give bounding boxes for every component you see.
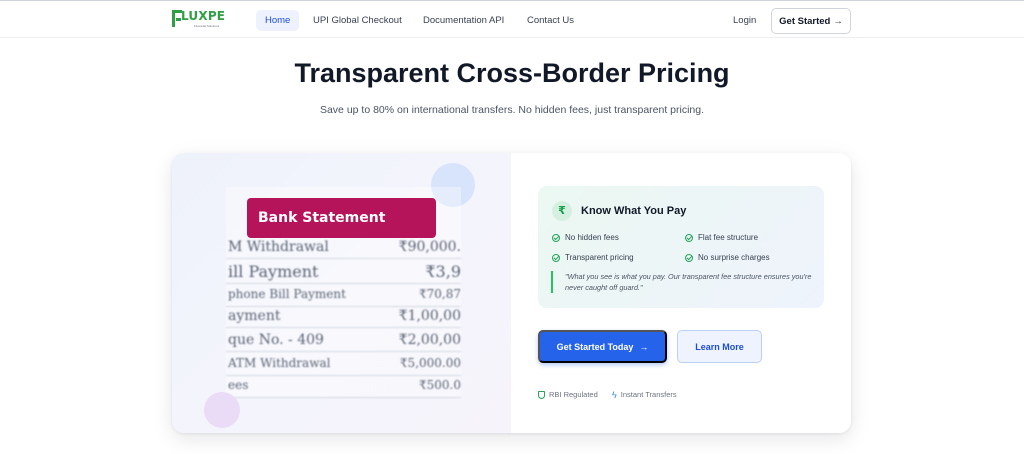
hero-title: Transparent Cross-Border Pricing [294, 58, 730, 88]
hero-subtitle: Save up to 80% on international transfer… [319, 104, 705, 116]
statement-row: ayment ₹1,00,00 [226, 308, 461, 328]
pricing-quote: "What you see is what you pay. Our trans… [551, 271, 813, 293]
check-circle-icon [685, 253, 693, 262]
instant-transfers-badge: ϟ Instant Transfers [612, 389, 677, 400]
bank-statement-image: M Withdrawal ₹90,000. ill Payment ₹3,9 p… [226, 187, 461, 398]
statement-row: ATM Withdrawal ₹5,000.00 [226, 356, 461, 376]
nav-link-upi-global-checkout[interactable]: UPI Global Checkout [304, 10, 411, 31]
get-started-label: Get Started [779, 15, 831, 27]
rbi-regulated-badge: RBI Regulated [538, 390, 598, 399]
bank-statement-header: Bank Statement [247, 198, 436, 238]
pricing-card: M Withdrawal ₹90,000. ill Payment ₹3,9 p… [172, 153, 851, 433]
get-started-button[interactable]: Get Started → [771, 8, 851, 34]
feature-item: No hidden fees [552, 233, 619, 242]
statement-row: phone Bill Payment ₹70,87 [226, 287, 461, 307]
statement-row: que No. - 409 ₹2,00,00 [226, 332, 461, 352]
rupee-icon: ₹ [552, 201, 572, 221]
know-what-you-pay-box: ₹ Know What You Pay No hidden fees Flat … [538, 186, 824, 308]
nav-link-documentation-api[interactable]: Documentation API [414, 10, 513, 31]
arrow-right-icon: → [833, 15, 843, 27]
brand-name: LUXPE [181, 9, 226, 23]
nav-link-contact-us[interactable]: Contact Us [518, 10, 583, 31]
login-link[interactable]: Login [724, 10, 765, 31]
check-circle-icon [552, 253, 560, 262]
pricing-title: Know What You Pay [581, 205, 687, 217]
statement-row: M Withdrawal ₹90,000. [226, 239, 461, 259]
check-circle-icon [685, 233, 693, 242]
statement-row: ill Payment ₹3,9 [226, 262, 461, 284]
get-started-today-label: Get Started Today [556, 341, 634, 352]
feature-item: Transparent pricing [552, 253, 634, 262]
check-circle-icon [552, 233, 560, 242]
top-navbar: LUXPE Financial Solutions Home UPI Globa… [0, 1, 1024, 38]
learn-more-button[interactable]: Learn More [677, 330, 762, 363]
statement-illustration: M Withdrawal ₹90,000. ill Payment ₹3,9 p… [172, 153, 511, 433]
pricing-details: ₹ Know What You Pay No hidden fees Flat … [511, 153, 851, 433]
brand-tagline: Financial Solutions [194, 24, 220, 28]
brand-logo[interactable]: LUXPE Financial Solutions [172, 9, 232, 33]
lightning-icon: ϟ [612, 389, 617, 400]
shield-check-icon [538, 390, 545, 399]
feature-item: Flat fee structure [685, 233, 758, 242]
statement-row: ees ₹500.0 [226, 378, 461, 398]
nav-link-home[interactable]: Home [256, 10, 300, 31]
arrow-right-icon: → [639, 341, 649, 352]
feature-item: No surprise charges [685, 253, 770, 262]
decorative-purple-circle [204, 392, 240, 428]
get-started-today-button[interactable]: Get Started Today → [538, 330, 667, 363]
